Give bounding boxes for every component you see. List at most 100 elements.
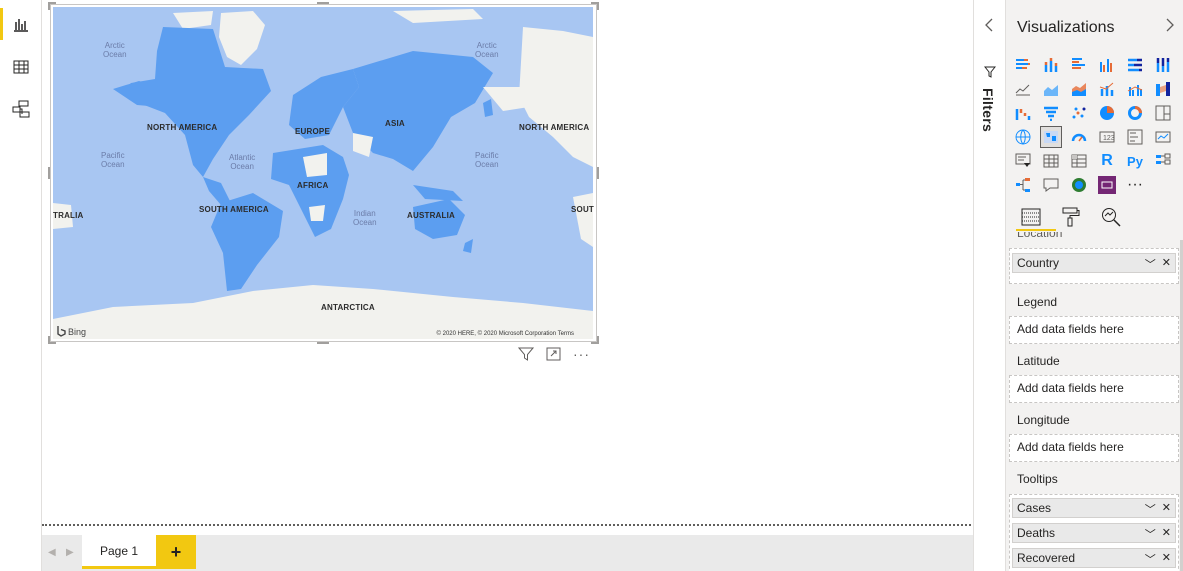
scatter-icon[interactable] <box>1068 102 1090 124</box>
latitude-placeholder: Add data fields here <box>1017 381 1124 395</box>
close-icon[interactable]: ✕ <box>1162 501 1171 517</box>
chevron-down-icon[interactable]: ﹀ <box>1145 551 1156 567</box>
chevron-down-icon[interactable]: ﹀ <box>1145 256 1156 272</box>
map-icon[interactable] <box>1012 126 1034 148</box>
stacked-area-icon[interactable] <box>1068 78 1090 100</box>
gauge-icon[interactable] <box>1068 126 1090 148</box>
waterfall-icon[interactable] <box>1012 102 1034 124</box>
100-bar-icon[interactable] <box>1124 54 1146 76</box>
report-canvas: Arctic Ocean Arctic Ocean Pacific Ocean … <box>42 0 973 535</box>
more-options-icon[interactable]: ··· <box>573 346 590 362</box>
north-america-label: NORTH AMERICA <box>147 123 218 132</box>
python-visual-icon[interactable]: Py <box>1124 150 1146 172</box>
filters-pane[interactable]: Filters <box>973 0 1006 571</box>
slicer-icon[interactable] <box>1012 150 1034 172</box>
bing-logo: Bing <box>57 326 86 337</box>
clustered-bar-icon[interactable] <box>1068 54 1090 76</box>
filters-title: Filters <box>980 88 996 133</box>
resize-handle[interactable] <box>48 2 50 10</box>
map-background <box>53 7 593 339</box>
location-label: Location <box>1017 232 1063 240</box>
r-visual-icon[interactable]: R <box>1096 150 1118 172</box>
field-wells: Location Country ﹀ ✕ Legend Add data fiel… <box>1006 232 1183 571</box>
country-field-chip[interactable]: Country ﹀ ✕ <box>1012 253 1176 273</box>
chevron-down-icon[interactable]: ﹀ <box>1145 501 1156 517</box>
indian-ocean-label: Indian Ocean <box>353 209 377 227</box>
stacked-bar-icon[interactable] <box>1012 54 1034 76</box>
close-icon[interactable]: ✕ <box>1162 526 1171 542</box>
close-icon[interactable]: ✕ <box>1162 256 1171 272</box>
deaths-field-chip[interactable]: Deaths ﹀ ✕ <box>1012 523 1176 543</box>
close-icon[interactable]: ✕ <box>1162 551 1171 567</box>
line-column-icon[interactable] <box>1096 78 1118 100</box>
pacific-ocean-label-right: Pacific Ocean <box>475 151 499 169</box>
qa-icon[interactable] <box>1040 174 1062 196</box>
chevron-right-icon[interactable] <box>1165 18 1175 32</box>
visualizations-title: Visualizations <box>1017 19 1115 36</box>
donut-icon[interactable] <box>1124 102 1146 124</box>
south-america-fragment-label: SOUT <box>571 205 595 214</box>
stacked-column-icon[interactable] <box>1040 54 1062 76</box>
recovered-field-chip[interactable]: Recovered ﹀ ✕ <box>1012 548 1176 568</box>
kpi-icon[interactable] <box>1152 126 1174 148</box>
pie-icon[interactable] <box>1096 102 1118 124</box>
filter-pane-icon <box>984 66 996 78</box>
powerapps-icon[interactable] <box>1096 174 1118 196</box>
left-nav <box>0 0 42 571</box>
resize-handle[interactable] <box>597 336 599 344</box>
cases-field-label: Cases <box>1017 501 1052 515</box>
resize-handle[interactable] <box>597 2 599 10</box>
add-page-button[interactable]: + <box>156 535 196 569</box>
filled-map-icon[interactable] <box>1040 126 1062 148</box>
decomposition-tree-icon[interactable] <box>1012 174 1034 196</box>
map-copyright: © 2020 HERE, © 2020 Microsoft Corporatio… <box>436 331 574 337</box>
line-clustered-icon[interactable] <box>1124 78 1146 100</box>
analytics-tab[interactable] <box>1100 205 1122 229</box>
resize-handle[interactable] <box>48 167 50 179</box>
paint-roller-icon <box>1062 207 1080 227</box>
europe-label: EUROPE <box>295 127 330 136</box>
prev-page-icon[interactable]: ◀ <box>48 547 56 558</box>
area-chart-icon[interactable] <box>1040 78 1062 100</box>
resize-handle[interactable] <box>48 336 50 344</box>
focus-mode-icon[interactable] <box>546 347 561 361</box>
arcgis-icon[interactable] <box>1068 174 1090 196</box>
cases-field-chip[interactable]: Cases ﹀ ✕ <box>1012 498 1176 518</box>
chevron-down-icon[interactable]: ﹀ <box>1145 526 1156 542</box>
matrix-icon[interactable] <box>1068 150 1090 172</box>
resize-handle[interactable] <box>317 2 329 4</box>
filter-icon[interactable] <box>518 347 534 361</box>
chevron-left-icon[interactable] <box>984 18 994 32</box>
funnel-icon[interactable] <box>1040 102 1062 124</box>
100-column-icon[interactable] <box>1152 54 1174 76</box>
africa-label: AFRICA <box>297 181 329 190</box>
north-america-label-right: NORTH AMERICA <box>519 123 590 132</box>
card-icon[interactable]: 123 <box>1096 126 1118 148</box>
data-view-button[interactable] <box>0 47 42 87</box>
more-visuals-icon[interactable]: ··· <box>1124 174 1146 196</box>
deaths-field-label: Deaths <box>1017 526 1056 540</box>
bing-icon <box>57 326 66 337</box>
south-america-label: SOUTH AMERICA <box>199 205 269 214</box>
asia-label: ASIA <box>385 119 405 128</box>
map-visual[interactable]: Arctic Ocean Arctic Ocean Pacific Ocean … <box>48 2 599 344</box>
resize-handle[interactable] <box>597 167 599 179</box>
table-visual-icon[interactable] <box>1040 150 1062 172</box>
format-tab[interactable] <box>1060 205 1082 229</box>
country-field-label: Country <box>1017 256 1060 270</box>
treemap-icon[interactable] <box>1152 102 1174 124</box>
resize-handle[interactable] <box>317 342 329 344</box>
arctic-ocean-label-right: Arctic Ocean <box>475 41 499 59</box>
report-view-button[interactable] <box>0 4 42 44</box>
next-page-icon[interactable]: ▶ <box>66 547 74 558</box>
key-influencers-icon[interactable] <box>1152 150 1174 172</box>
tab-page-1[interactable]: Page 1 <box>82 535 156 569</box>
active-tab-indicator <box>1016 229 1056 231</box>
legend-placeholder: Add data fields here <box>1017 322 1124 336</box>
ribbon-icon[interactable] <box>1152 78 1174 100</box>
clustered-column-icon[interactable] <box>1096 54 1118 76</box>
model-view-button[interactable] <box>0 89 42 129</box>
multirow-card-icon[interactable] <box>1124 126 1146 148</box>
line-chart-icon[interactable] <box>1012 78 1034 100</box>
fields-tab[interactable] <box>1020 205 1042 229</box>
